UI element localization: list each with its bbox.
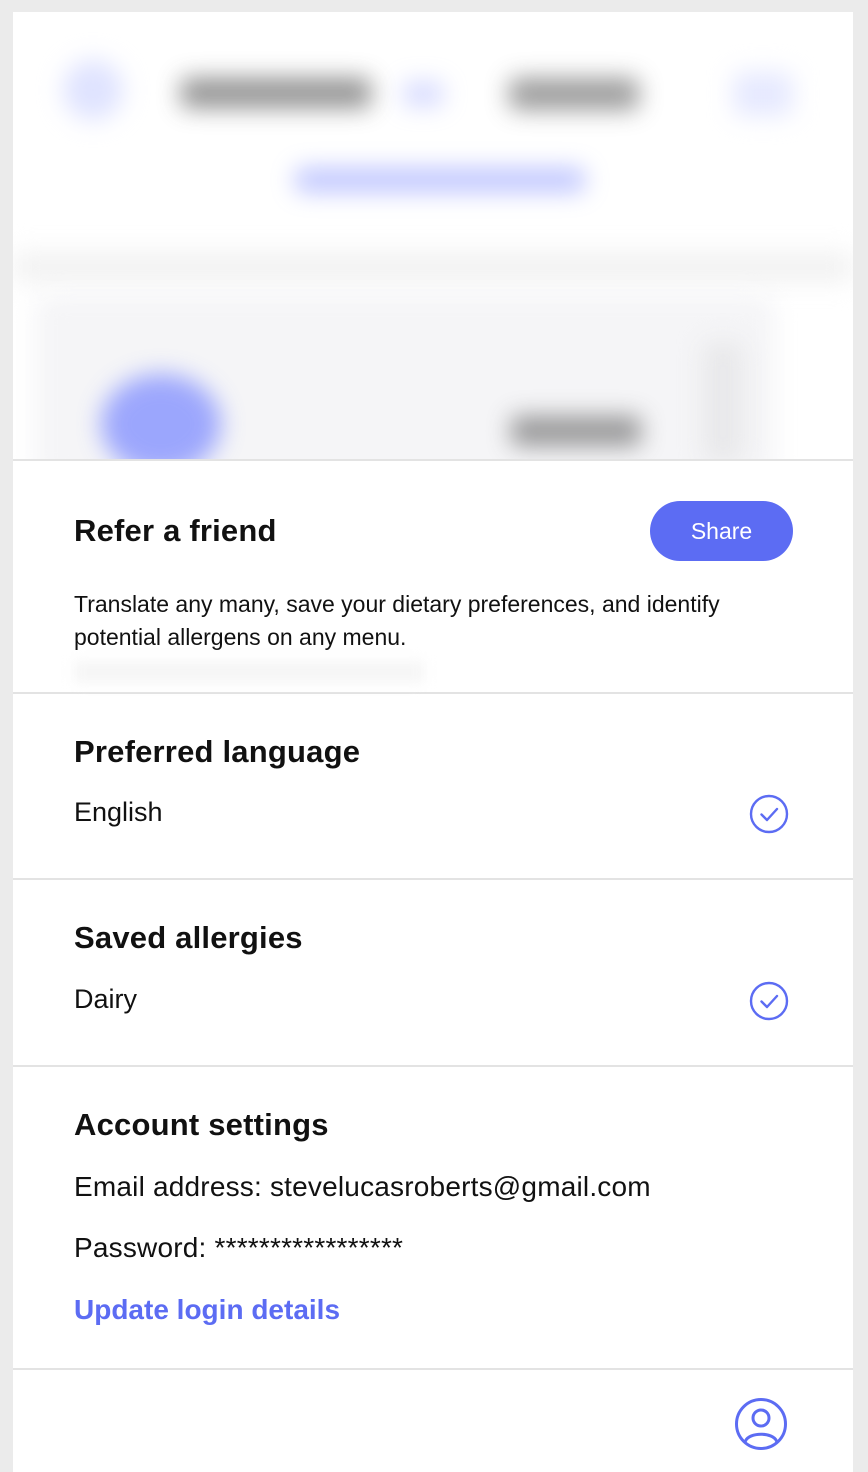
blurred-back-button bbox=[63, 60, 123, 120]
blurred-pill bbox=[509, 78, 639, 110]
refer-section: Refer a friend Share Translate any many,… bbox=[13, 461, 853, 694]
app-frame: Refer a friend Share Translate any many,… bbox=[13, 12, 853, 1472]
blurred-card-text bbox=[511, 416, 641, 446]
blurred-menu-button bbox=[733, 72, 793, 116]
blurred-link bbox=[295, 168, 585, 192]
language-value[interactable]: English bbox=[74, 797, 163, 828]
allergy-value[interactable]: Dairy bbox=[74, 984, 137, 1015]
share-button[interactable]: Share bbox=[650, 501, 793, 561]
account-title: Account settings bbox=[74, 1107, 329, 1142]
blurred-strip bbox=[703, 342, 743, 460]
profile-icon[interactable] bbox=[733, 1396, 789, 1452]
check-circle-icon[interactable] bbox=[749, 981, 789, 1021]
blurred-title bbox=[181, 78, 371, 108]
allergies-title: Saved allergies bbox=[74, 920, 303, 955]
password: Password: ***************** bbox=[74, 1232, 404, 1263]
blurred-bar bbox=[13, 252, 853, 282]
email-address: Email address: stevelucasroberts@gmail.c… bbox=[74, 1171, 651, 1202]
account-section: Account settings Email address: steveluc… bbox=[13, 1067, 853, 1370]
settings-sheet: Refer a friend Share Translate any many,… bbox=[13, 459, 853, 1472]
language-section[interactable]: Preferred language English bbox=[13, 694, 853, 880]
blurred-background-header bbox=[13, 12, 853, 460]
refer-description: Translate any many, save your dietary pr… bbox=[74, 591, 720, 650]
allergies-section[interactable]: Saved allergies Dairy bbox=[13, 880, 853, 1067]
update-login-link[interactable]: Update login details bbox=[74, 1294, 340, 1326]
language-title: Preferred language bbox=[74, 734, 361, 769]
blurred-title-accent bbox=[403, 82, 443, 106]
bottom-nav bbox=[13, 1370, 853, 1472]
faded-text-line bbox=[74, 661, 424, 683]
check-circle-icon[interactable] bbox=[749, 794, 789, 834]
refer-title: Refer a friend bbox=[74, 513, 277, 548]
